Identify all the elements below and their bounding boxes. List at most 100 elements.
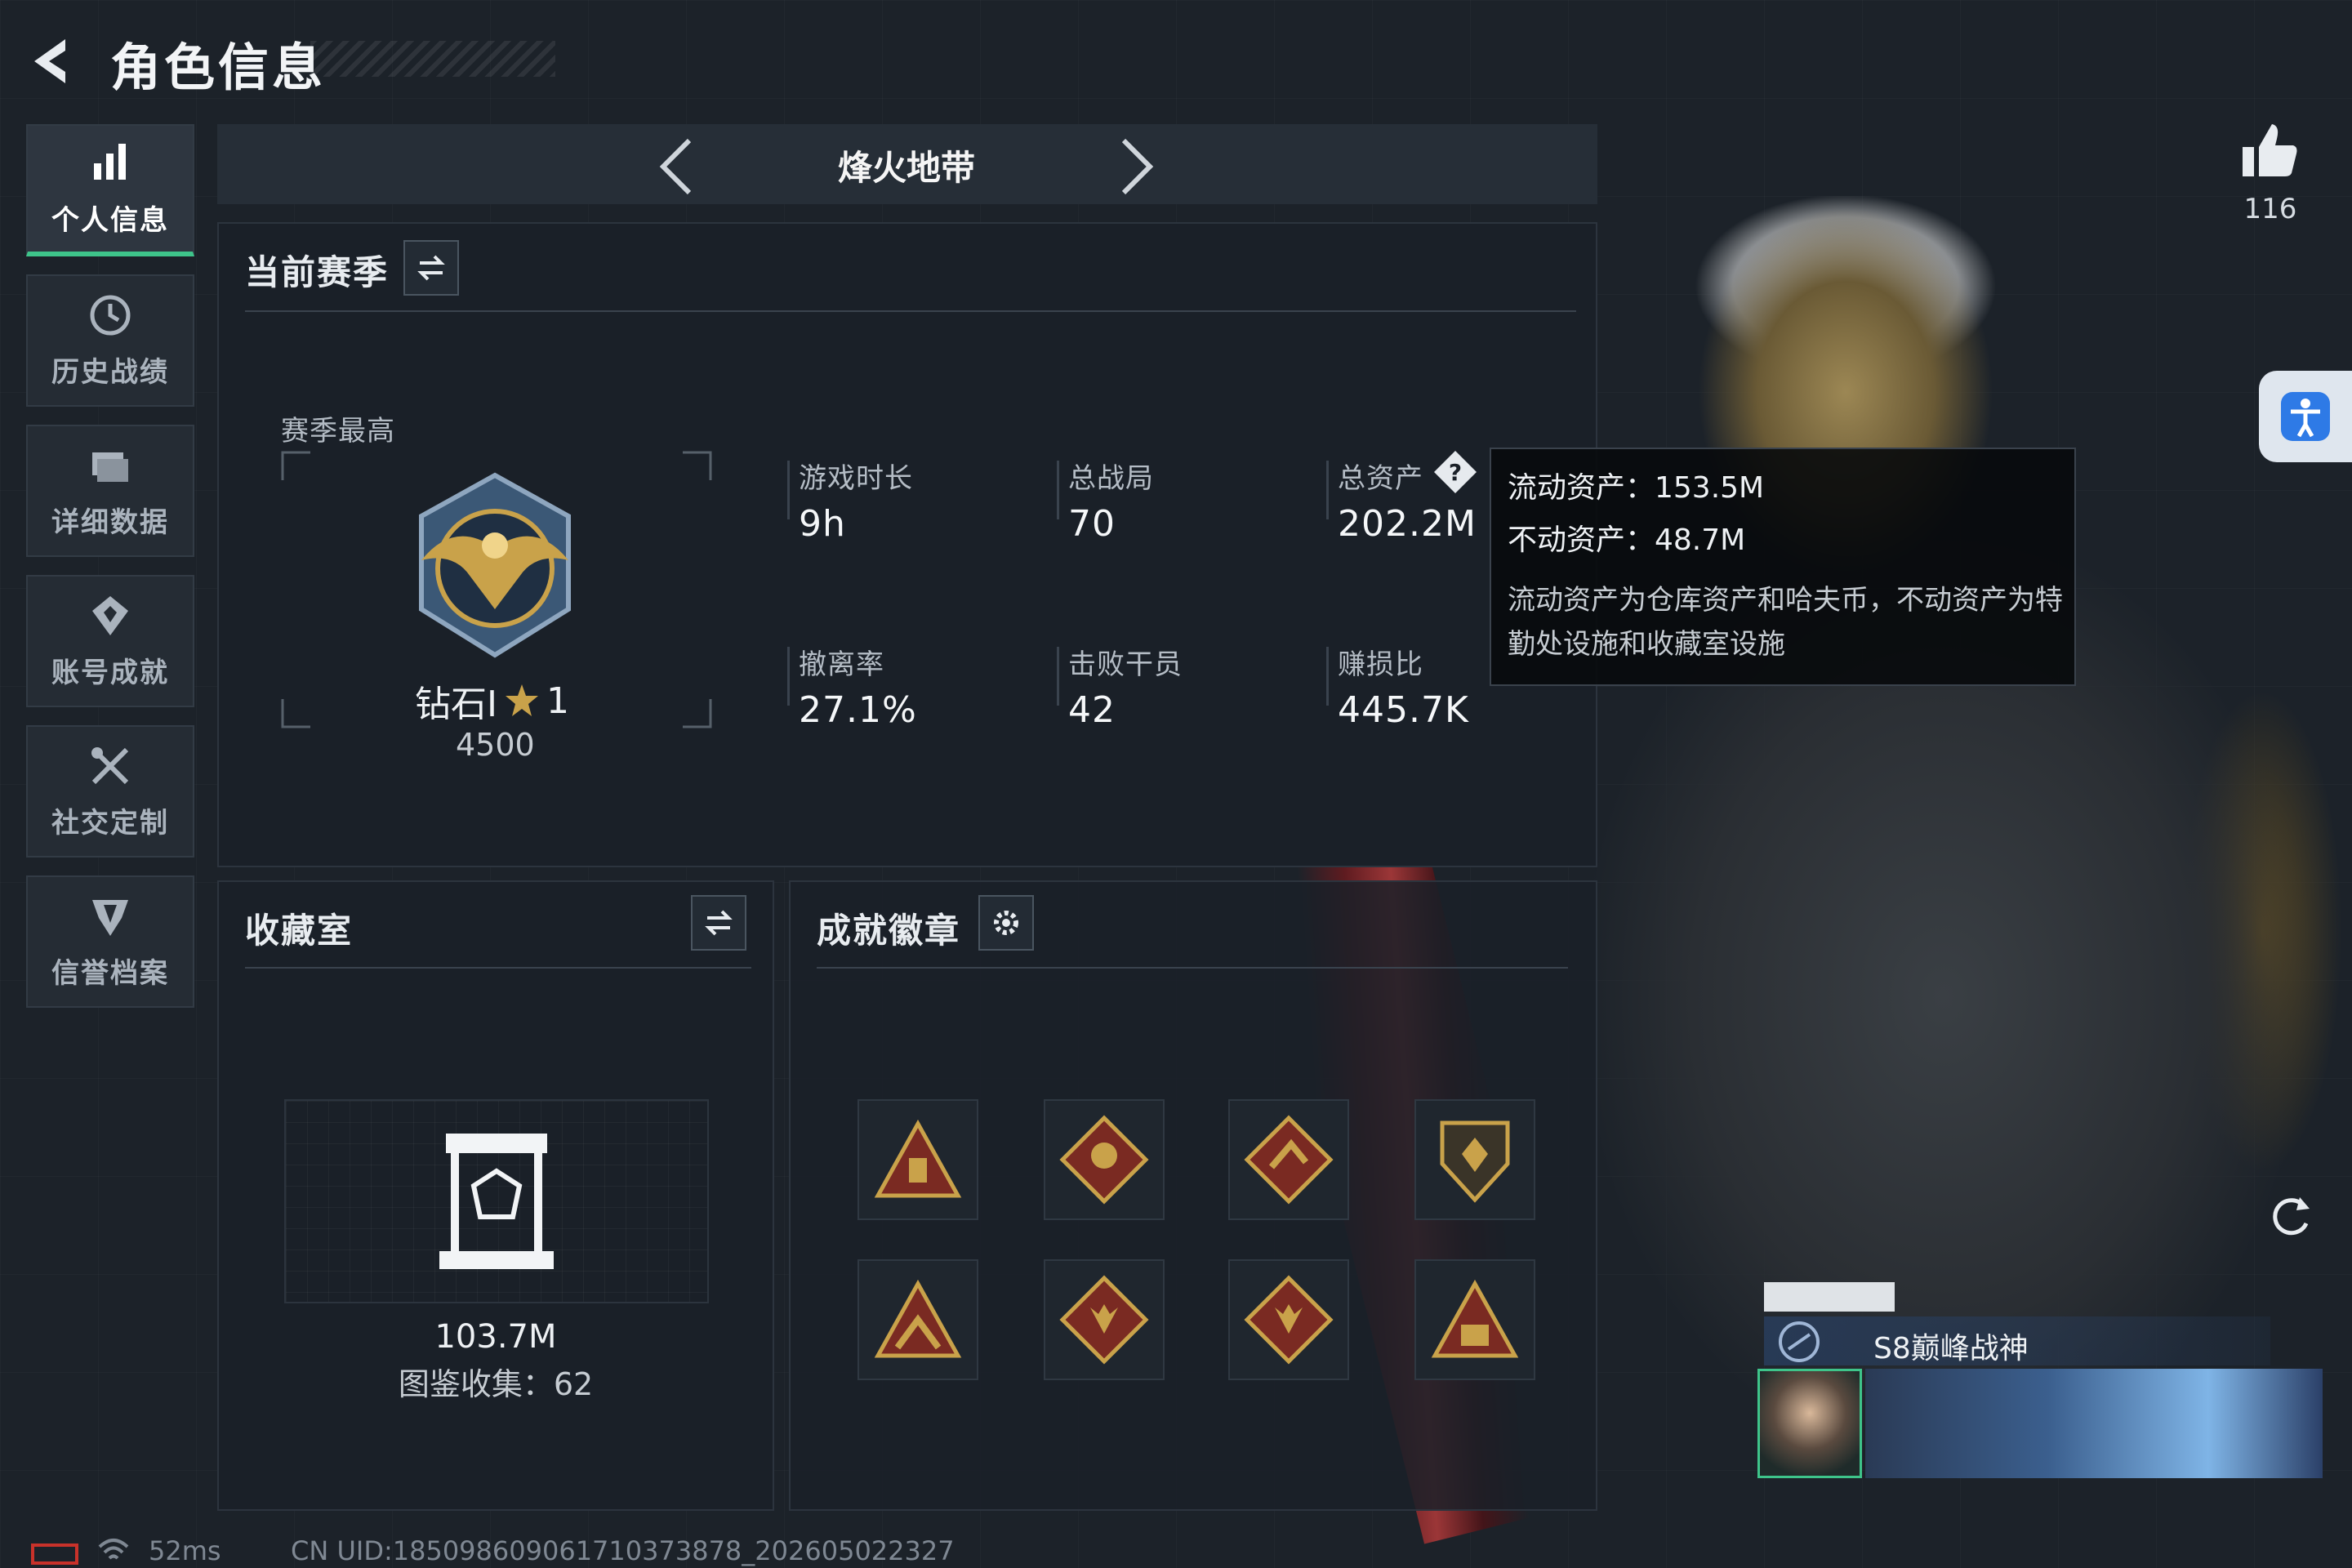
achievement-badge[interactable] xyxy=(1414,1259,1535,1380)
achievement-badge[interactable] xyxy=(1228,1259,1349,1380)
stat-label-operators-defeated: 击败干员 xyxy=(1068,648,1183,681)
card-banner-image xyxy=(1865,1369,2323,1478)
swap-icon xyxy=(417,255,445,281)
medal-icon xyxy=(92,595,128,635)
tooltip-description: 流动资产为仓库资产和哈夫币，不动资产为特勤处设施和收藏室设施 xyxy=(1508,584,2063,661)
rank-name-row: 钻石Ⅰ 1 xyxy=(415,675,569,727)
sidebar-item-label: 账号成就 xyxy=(51,656,169,689)
sidebar-item-social[interactable]: 社交定制 xyxy=(26,725,194,858)
achievements-panel-title: 成就徽章 xyxy=(817,911,961,951)
rank-name: 钻石Ⅰ xyxy=(415,684,497,725)
wifi-icon xyxy=(98,1539,129,1560)
folder-icon xyxy=(92,452,128,482)
stat-value-playtime: 9h xyxy=(799,503,846,545)
help-icon[interactable]: ? xyxy=(1432,449,1478,495)
divider xyxy=(245,967,751,969)
stat-value-profit-loss-ratio: 445.7K xyxy=(1338,689,1469,731)
tooltip-liquid-assets: 流动资产：153.5M xyxy=(1508,471,1765,505)
accessibility-button[interactable] xyxy=(2259,371,2352,462)
sidebar-item-label: 历史战绩 xyxy=(51,355,169,389)
mode-title: 烽火地带 xyxy=(837,148,975,188)
rank-emblem-icon xyxy=(419,472,571,658)
stat-divider xyxy=(787,647,790,706)
likes-count: 116 xyxy=(2243,193,2297,225)
triangle-emblem-icon xyxy=(874,1119,962,1198)
stat-label-extraction-rate: 撤离率 xyxy=(799,648,884,681)
tools-icon xyxy=(91,746,129,784)
triangle-emblem-icon xyxy=(1431,1279,1519,1358)
swap-icon xyxy=(705,910,733,936)
card-name-block xyxy=(1764,1282,1895,1312)
divider xyxy=(245,310,1576,312)
shield-emblem-icon xyxy=(1440,1120,1510,1203)
sidebar-item-detailed-data[interactable]: 详细数据 xyxy=(26,425,194,557)
assets-tooltip: 流动资产：153.5M 不动资产：48.7M 流动资产为仓库资产和哈夫币，不动资… xyxy=(1490,448,2076,686)
season-switch-button[interactable] xyxy=(403,240,459,296)
stat-value-total-matches: 70 xyxy=(1068,503,1116,545)
achievement-badge[interactable] xyxy=(858,1259,978,1380)
collection-switch-button[interactable] xyxy=(691,895,746,951)
achievements-settings-button[interactable] xyxy=(978,895,1034,951)
stat-divider xyxy=(1057,461,1059,519)
display-case-icon xyxy=(439,1134,554,1269)
chevron-right-icon[interactable] xyxy=(1114,134,1160,199)
ping-value: 52ms xyxy=(149,1535,221,1566)
stat-divider xyxy=(787,461,790,519)
sidebar-item-history[interactable]: 历史战绩 xyxy=(26,274,194,407)
diamond-emblem-icon xyxy=(1059,1115,1149,1205)
tooltip-fixed-assets: 不动资产：48.7M xyxy=(1508,523,1746,557)
page-title: 角色信息 xyxy=(110,38,327,97)
stat-divider xyxy=(1326,461,1329,519)
season-best-label: 赛季最高 xyxy=(281,415,395,448)
divider xyxy=(817,967,1568,969)
stat-label-total-assets: 总资产 xyxy=(1338,462,1423,495)
bar-chart-icon xyxy=(94,143,126,180)
sidebar-item-label: 信誉档案 xyxy=(51,956,169,990)
achievement-badge[interactable] xyxy=(1044,1099,1165,1220)
stat-label-profit-loss-ratio: 赚损比 xyxy=(1338,648,1423,681)
collection-panel-title: 收藏室 xyxy=(245,911,354,951)
sidebar-item-label: 社交定制 xyxy=(51,806,169,840)
achievement-badge[interactable] xyxy=(858,1099,978,1220)
achievement-badge[interactable] xyxy=(1228,1099,1349,1220)
stat-label-total-matches: 总战局 xyxy=(1068,462,1154,495)
achievement-badge[interactable] xyxy=(1414,1099,1535,1220)
sidebar-item-label: 个人信息 xyxy=(51,203,169,237)
shield-icon xyxy=(92,899,128,936)
wolf-emblem-icon xyxy=(1244,1275,1334,1365)
accessibility-icon xyxy=(2281,392,2330,441)
stat-value-operators-defeated: 42 xyxy=(1068,689,1116,731)
title-decoration xyxy=(310,41,555,77)
wolf-emblem-icon xyxy=(1059,1275,1149,1365)
triangle-emblem-icon xyxy=(874,1279,962,1358)
player-avatar[interactable] xyxy=(1757,1369,1862,1478)
chevron-left-icon[interactable] xyxy=(653,134,699,199)
stat-label-playtime: 游戏时长 xyxy=(799,462,913,495)
achievement-badge[interactable] xyxy=(1044,1259,1165,1380)
back-arrow-icon[interactable] xyxy=(24,33,82,90)
rank-stars: 1 xyxy=(546,679,569,722)
stat-divider xyxy=(1057,647,1059,706)
season-panel-title: 当前赛季 xyxy=(245,252,390,292)
sidebar-item-achievements[interactable]: 账号成就 xyxy=(26,575,194,707)
rank-score: 4500 xyxy=(456,727,535,763)
user-uid: CN UID:18509860906171037387​8_2026050223… xyxy=(291,1535,955,1566)
card-title: S8巅峰战神 xyxy=(1873,1332,2029,1365)
stat-divider xyxy=(1326,647,1329,706)
stat-value-extraction-rate: 27.1% xyxy=(799,689,917,731)
star-icon xyxy=(505,684,538,716)
sidebar-item-personal-info[interactable]: 个人信息 xyxy=(26,124,194,256)
sidebar-item-label: 详细数据 xyxy=(51,506,169,539)
rotate-icon[interactable] xyxy=(2265,1191,2316,1241)
collection-value: 103.7M xyxy=(434,1318,557,1356)
season-emblem-icon xyxy=(1779,1321,1820,1362)
collection-count: 图鉴收集：62 xyxy=(398,1366,594,1402)
battery-icon xyxy=(31,1544,78,1565)
sidebar-item-reputation[interactable]: 信誉档案 xyxy=(26,875,194,1008)
gear-icon xyxy=(994,911,1018,935)
stat-value-total-assets: 202.2M xyxy=(1338,503,1477,545)
svg-text:?: ? xyxy=(1449,459,1462,486)
diamond-emblem-icon xyxy=(1244,1115,1334,1205)
thumbs-up-icon[interactable] xyxy=(2239,121,2300,181)
clock-icon xyxy=(90,295,131,335)
